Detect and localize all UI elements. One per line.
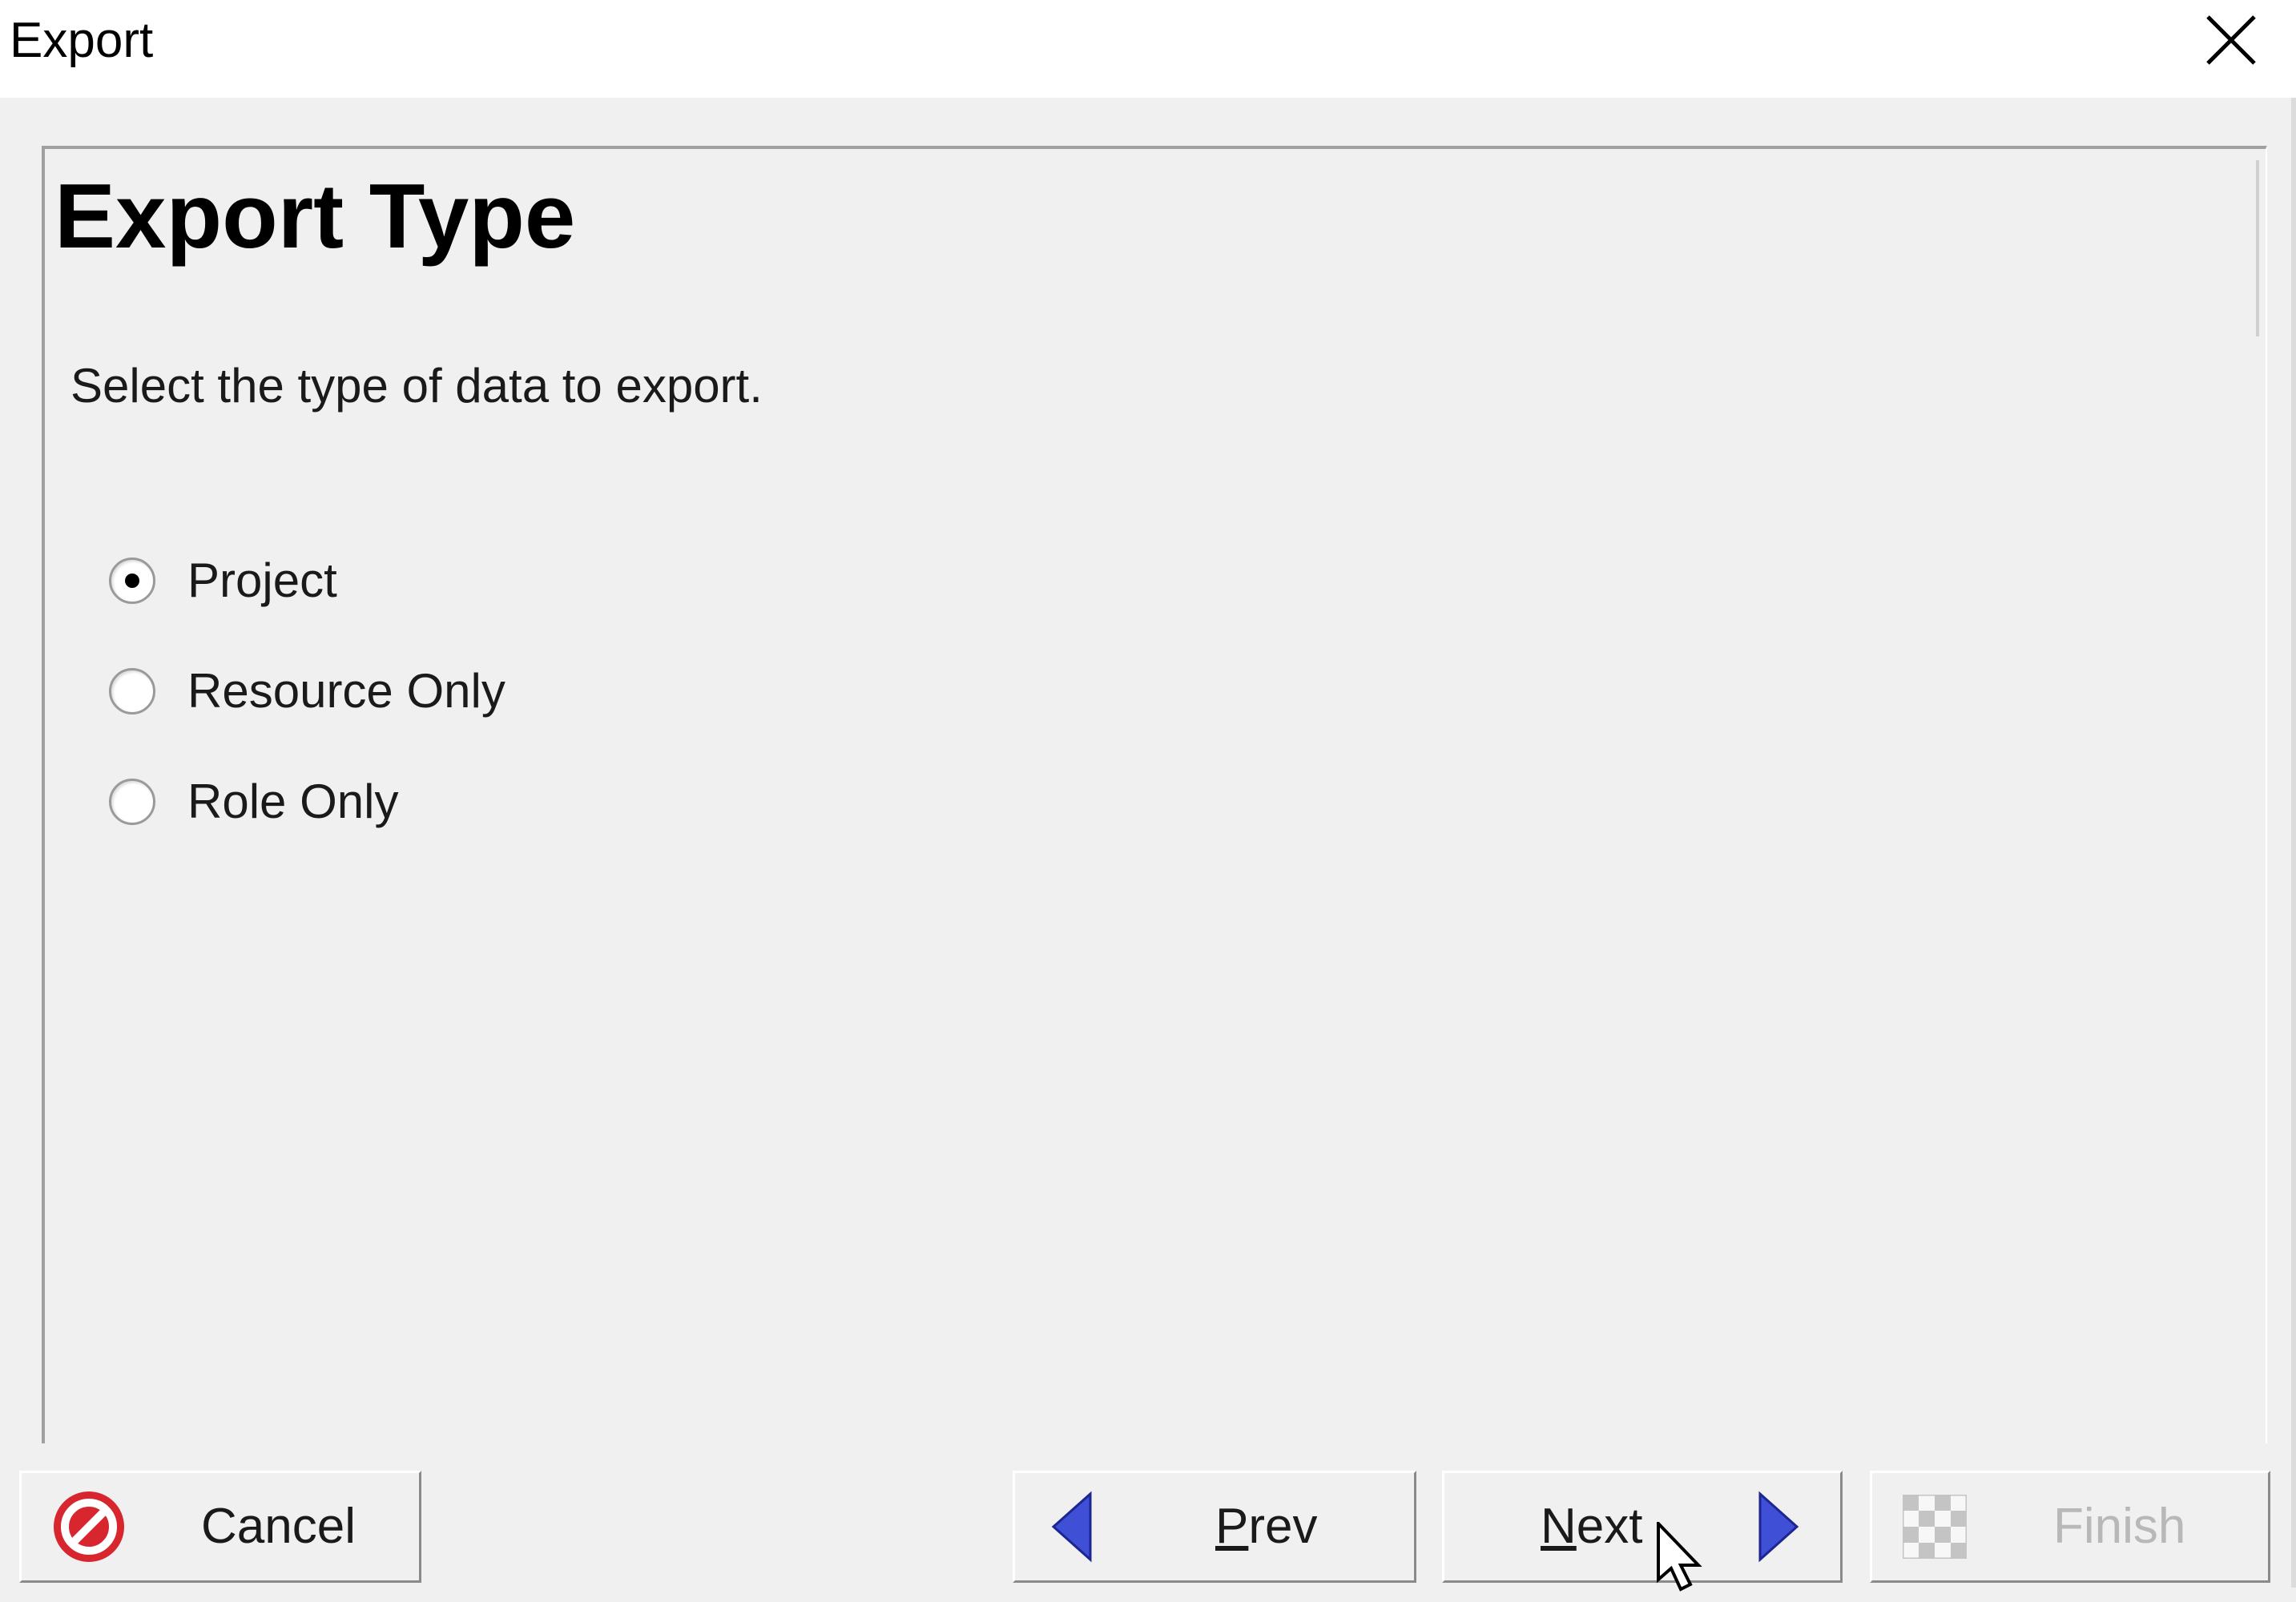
next-label: Next xyxy=(1541,1499,1643,1554)
instruction-text: Select the type of data to export. xyxy=(70,359,763,413)
window-edge xyxy=(2291,98,2296,1588)
radio-label: Project xyxy=(187,553,337,607)
radio-option-role-only[interactable]: Role Only xyxy=(109,766,398,838)
window-title: Export xyxy=(10,13,154,68)
radio-button[interactable] xyxy=(109,557,155,604)
radio-button[interactable] xyxy=(109,779,155,825)
cancel-icon xyxy=(54,1491,124,1562)
right-arrow-icon xyxy=(1758,1491,1799,1563)
export-dialog: Export Export Type Select the type of da… xyxy=(0,0,2296,1592)
radio-label: Role Only xyxy=(187,775,399,828)
page-title: Export Type xyxy=(54,166,576,268)
finish-button[interactable]: Finish xyxy=(1870,1471,2270,1583)
radio-label: Resource Only xyxy=(187,664,506,718)
radio-option-project[interactable]: Project xyxy=(109,545,337,617)
mouse-cursor-icon xyxy=(1657,1522,1702,1592)
cancel-button[interactable]: Cancel xyxy=(19,1471,421,1583)
title-bar: Export xyxy=(0,0,2296,98)
left-arrow-icon xyxy=(1051,1491,1092,1563)
cancel-label: Cancel xyxy=(201,1499,356,1554)
prev-button[interactable]: Prev xyxy=(1013,1471,1416,1583)
radio-button[interactable] xyxy=(109,668,155,714)
close-button[interactable] xyxy=(2179,0,2283,80)
checkered-flag-icon xyxy=(1903,1495,1967,1559)
wizard-panel: Export Type Select the type of data to e… xyxy=(42,146,2267,1443)
radio-option-resource-only[interactable]: Resource Only xyxy=(109,655,506,727)
prev-label: Prev xyxy=(1215,1499,1318,1554)
finish-label: Finish xyxy=(2053,1499,2186,1554)
scrollbar[interactable] xyxy=(2256,160,2259,336)
next-button[interactable]: Next xyxy=(1442,1471,1843,1583)
close-icon xyxy=(2206,15,2256,65)
